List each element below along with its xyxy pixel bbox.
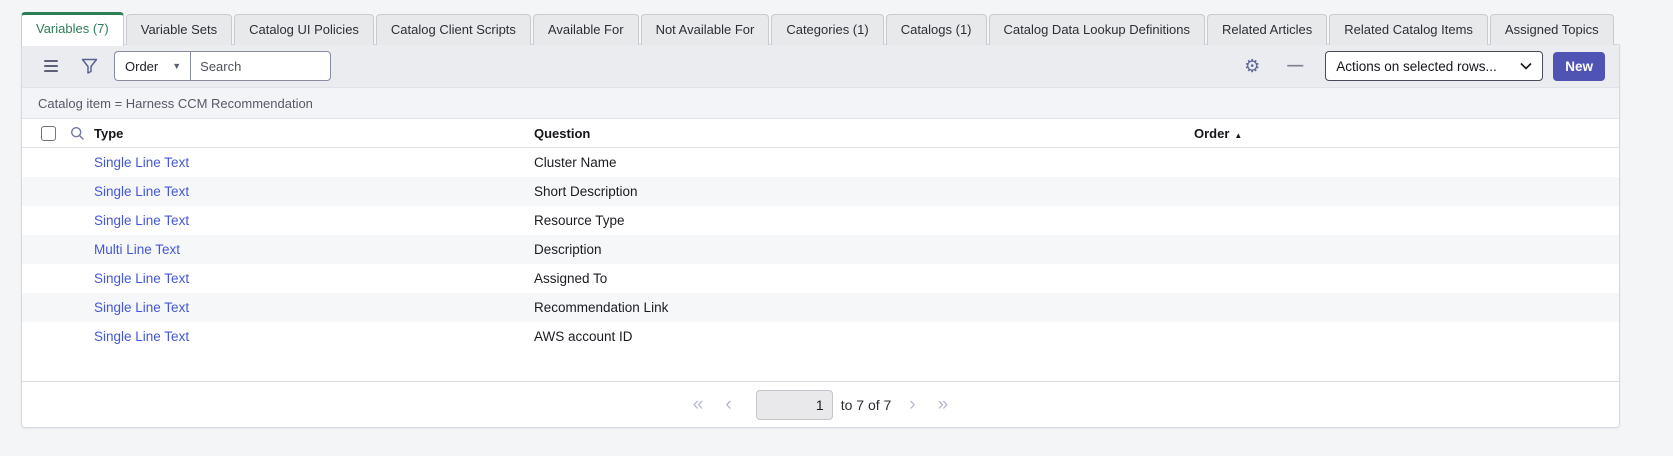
variable-question: Resource Type [534, 213, 1194, 228]
table-row[interactable]: Single Line Text AWS account ID [22, 322, 1619, 351]
tab-variables[interactable]: Variables (7) [21, 12, 124, 46]
actions-select-value: Actions on selected rows... [1336, 59, 1497, 74]
list-search-group: Order ▼ [114, 51, 331, 81]
order-header-label: Order [1194, 126, 1229, 141]
pagination-bar: « ‹ to 7 of 7 › » [22, 381, 1619, 427]
list-toolbar: Order ▼ ⚙ — Actions on selected rows... … [22, 45, 1619, 88]
filter-icon[interactable] [76, 53, 102, 79]
variable-type-link[interactable]: Single Line Text [94, 329, 189, 344]
variable-type-link[interactable]: Multi Line Text [94, 242, 180, 257]
table-row[interactable]: Single Line Text Cluster Name [22, 148, 1619, 177]
previous-page-icon[interactable]: ‹ [721, 395, 735, 414]
list-container: Order ▼ ⚙ — Actions on selected rows... … [21, 44, 1620, 428]
variable-type-link[interactable]: Single Line Text [94, 184, 189, 199]
sort-ascending-icon: ▲ [1234, 131, 1242, 140]
table-row[interactable]: Single Line Text Recommendation Link [22, 293, 1619, 322]
gear-icon[interactable]: ⚙ [1239, 53, 1265, 79]
table-empty-space [22, 351, 1619, 381]
variable-type-link[interactable]: Single Line Text [94, 300, 189, 315]
page-background: { "colors": { "accent_green": "#2f7d54",… [0, 0, 1673, 456]
variables-panel: Variables (7) Variable Sets Catalog UI P… [21, 13, 1620, 428]
table-body: Single Line Text Cluster Name Single Lin… [22, 148, 1619, 351]
breadcrumb[interactable]: Catalog item = Harness CCM Recommendatio… [22, 88, 1619, 119]
new-button[interactable]: New [1553, 52, 1605, 81]
search-column-select[interactable]: Order ▼ [114, 51, 190, 81]
tab-related-catalog-items[interactable]: Related Catalog Items [1329, 14, 1488, 45]
tab-catalog-data-lookup-definitions[interactable]: Catalog Data Lookup Definitions [989, 14, 1205, 45]
caret-down-icon: ▼ [172, 61, 181, 71]
tab-variable-sets[interactable]: Variable Sets [126, 14, 232, 45]
table-row[interactable]: Single Line Text Assigned To [22, 264, 1619, 293]
tab-available-for[interactable]: Available For [533, 14, 639, 45]
search-column-value: Order [125, 59, 158, 74]
filter-condition-text: Catalog item = Harness CCM Recommendatio… [38, 96, 313, 111]
next-page-icon[interactable]: › [905, 395, 919, 414]
variable-type-link[interactable]: Single Line Text [94, 213, 189, 228]
search-input[interactable] [190, 51, 331, 81]
column-search-cell [60, 126, 94, 141]
table-row[interactable]: Multi Line Text Description [22, 235, 1619, 264]
variable-type-link[interactable]: Single Line Text [94, 155, 189, 170]
tab-catalog-client-scripts[interactable]: Catalog Client Scripts [376, 14, 531, 45]
tab-categories[interactable]: Categories (1) [771, 14, 883, 45]
actions-on-selected-rows-select[interactable]: Actions on selected rows... [1325, 51, 1543, 81]
minimize-list-icon[interactable]: — [1287, 57, 1303, 75]
variable-question: Cluster Name [534, 155, 1194, 170]
search-icon[interactable] [70, 126, 85, 141]
tab-strip: Variables (7) Variable Sets Catalog UI P… [21, 13, 1620, 45]
chevron-down-icon [1520, 62, 1532, 70]
variable-question: Recommendation Link [534, 300, 1194, 315]
table-row[interactable]: Single Line Text Short Description [22, 177, 1619, 206]
tab-assigned-topics[interactable]: Assigned Topics [1490, 14, 1614, 45]
column-header-type[interactable]: Type [94, 126, 534, 141]
variable-type-link[interactable]: Single Line Text [94, 271, 189, 286]
tab-not-available-for[interactable]: Not Available For [641, 14, 770, 45]
select-all-cell [22, 126, 60, 141]
current-page-input[interactable] [756, 390, 833, 420]
column-header-order[interactable]: Order ▲ [1194, 126, 1619, 141]
table-row[interactable]: Single Line Text Resource Type [22, 206, 1619, 235]
row-range-text: to 7 of 7 [841, 397, 892, 413]
first-page-icon[interactable]: « [689, 395, 708, 414]
list-menu-icon[interactable] [38, 53, 64, 79]
variable-question: Short Description [534, 184, 1194, 199]
variable-question: Assigned To [534, 271, 1194, 286]
tab-related-articles[interactable]: Related Articles [1207, 14, 1327, 45]
column-header-question[interactable]: Question [534, 126, 1194, 141]
select-all-checkbox[interactable] [41, 126, 56, 141]
tab-catalog-ui-policies[interactable]: Catalog UI Policies [234, 14, 374, 45]
variable-question: Description [534, 242, 1194, 257]
variable-question: AWS account ID [534, 329, 1194, 344]
last-page-icon[interactable]: » [934, 395, 953, 414]
tab-catalogs[interactable]: Catalogs (1) [886, 14, 987, 45]
toolbar-right-group: ⚙ — Actions on selected rows... New [1239, 51, 1605, 81]
table-header-row: Type Question Order ▲ [22, 119, 1619, 148]
